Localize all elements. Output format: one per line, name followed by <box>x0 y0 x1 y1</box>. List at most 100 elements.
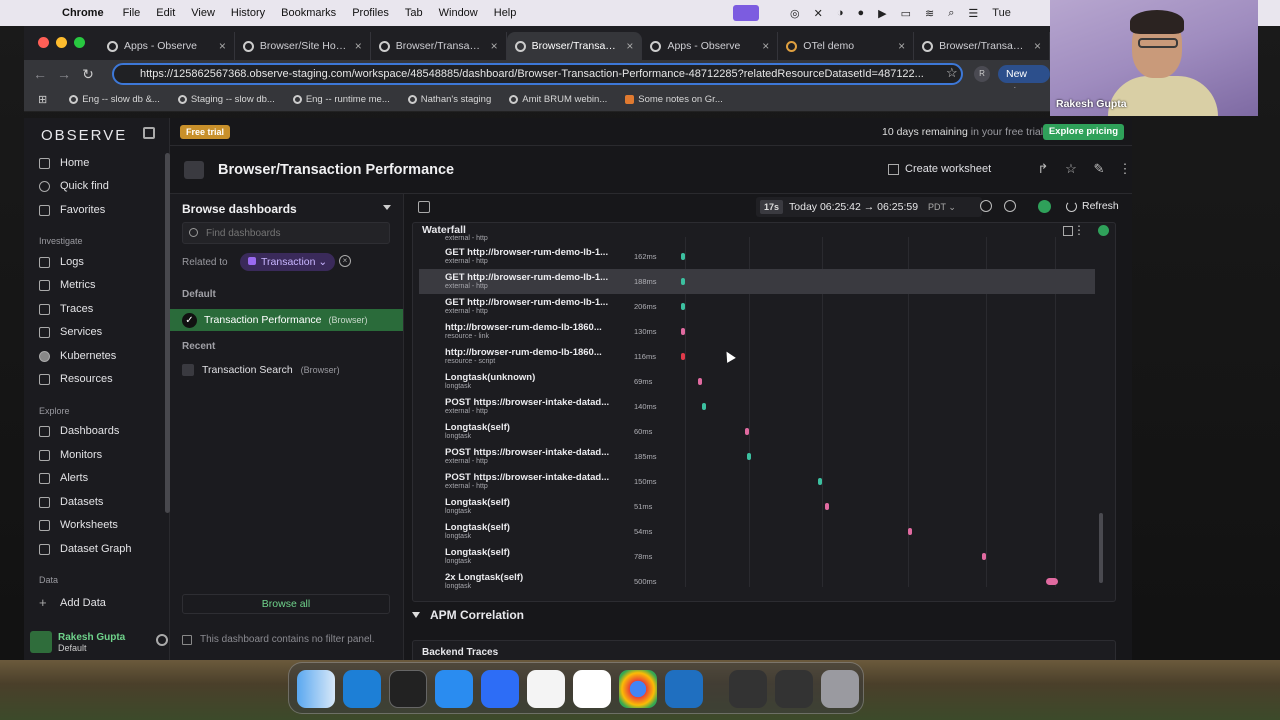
more-options-icon[interactable]: ⋮ <box>1073 224 1085 236</box>
close-tab-icon[interactable]: × <box>762 39 769 53</box>
nav-home[interactable]: Home <box>39 157 89 169</box>
status-icon[interactable]: ◑ <box>837 7 844 19</box>
user-profile[interactable]: Rakesh Gupta Default <box>30 626 168 658</box>
wifi-icon[interactable]: ≋ <box>925 7 934 20</box>
waterfall-row[interactable]: Longtask(self) longtask 51ms <box>419 494 1095 519</box>
collapse-sidebar-icon[interactable] <box>143 127 155 139</box>
finder-icon[interactable] <box>297 670 335 708</box>
waterfall-row[interactable]: GET http://browser-rum-demo-lb-1... exter… <box>419 269 1095 294</box>
close-window-button[interactable] <box>38 37 49 48</box>
create-worksheet-button[interactable]: Create worksheet <box>888 163 991 175</box>
nav-worksheets[interactable]: Worksheets <box>39 519 118 531</box>
span-bar[interactable] <box>680 253 685 260</box>
related-filter-chip[interactable]: Transaction ⌄ <box>240 253 336 271</box>
span-bar[interactable] <box>824 503 829 510</box>
nav-favorites[interactable]: Favorites <box>39 204 105 216</box>
waterfall-row[interactable]: GET http://browser-rum-demo-lb-1... exter… <box>419 244 1095 269</box>
close-tab-icon[interactable]: × <box>626 39 633 53</box>
apm-correlation-section[interactable]: APM Correlation <box>412 608 524 622</box>
search-icon[interactable]: ⌕ <box>948 7 954 20</box>
menu-view[interactable]: View <box>191 7 215 19</box>
zoom-in-icon[interactable] <box>1004 200 1016 212</box>
status-icon[interactable]: ✕ <box>814 7 823 20</box>
timezone-select[interactable]: PDT ⌄ <box>928 202 956 213</box>
bookmark-star-icon[interactable]: ☆ <box>946 65 958 81</box>
share-icon[interactable]: ↱ <box>1036 162 1050 176</box>
span-bar[interactable] <box>680 303 685 310</box>
nav-datasets[interactable]: Datasets <box>39 496 103 508</box>
more-options-icon[interactable]: ⋮ <box>1118 162 1132 176</box>
nav-services[interactable]: Services <box>39 326 102 338</box>
span-bar[interactable] <box>1046 578 1058 585</box>
star-icon[interactable]: ☆ <box>1064 162 1078 176</box>
find-dashboards-input[interactable] <box>182 222 390 244</box>
chrome-icon[interactable] <box>619 670 657 708</box>
browser-tab[interactable]: Browser/Transactio × <box>914 32 1051 60</box>
terminal-icon[interactable] <box>389 670 427 708</box>
slack-icon[interactable] <box>573 670 611 708</box>
waterfall-row[interactable]: Longtask(unknown) longtask 69ms <box>419 369 1095 394</box>
close-tab-icon[interactable]: × <box>898 39 905 53</box>
browser-tab[interactable]: Apps - Observe × <box>642 32 779 60</box>
waterfall-scrollbar[interactable] <box>1099 513 1103 583</box>
chatgpt-icon[interactable] <box>527 670 565 708</box>
zoom-window-button[interactable] <box>74 37 85 48</box>
dashboard-item-recent[interactable]: Transaction Search (Browser) <box>182 364 340 376</box>
span-bar[interactable] <box>745 428 749 435</box>
browse-all-button[interactable]: Browse all <box>182 594 390 614</box>
control-center-icon[interactable]: ☰ <box>968 7 978 20</box>
menu-bookmarks[interactable]: Bookmarks <box>281 7 336 19</box>
nav-resources[interactable]: Resources <box>39 373 113 385</box>
waterfall-row[interactable]: http://browser-rum-demo-lb-1860... resour… <box>419 344 1095 369</box>
dashboard-item-active[interactable]: ✓ Transaction Performance (Browser) <box>170 309 403 331</box>
battery-icon[interactable]: ▭ <box>901 7 911 20</box>
menu-history[interactable]: History <box>231 7 265 19</box>
span-bar[interactable] <box>747 453 752 460</box>
browser-tab[interactable]: Apps - Observe × <box>99 32 235 60</box>
waterfall-row[interactable]: POST https://browser-intake-datad... exte… <box>419 444 1095 469</box>
waterfall-row[interactable]: POST https://browser-intake-datad... exte… <box>419 469 1095 494</box>
back-icon[interactable]: ← <box>28 66 52 82</box>
reload-icon[interactable]: ↻ <box>76 66 100 83</box>
observe-logo[interactable]: OBSERVE <box>41 127 127 144</box>
time-range-picker[interactable]: 17s Today 06:25:42 → 06:25:59 PDT ⌄ <box>756 197 982 217</box>
nav-add-data[interactable]: + Add Data <box>39 595 106 610</box>
bookmark-item[interactable]: Eng -- runtime me... <box>292 94 390 105</box>
span-bar[interactable] <box>680 353 685 360</box>
minimized-window-icon[interactable] <box>729 670 767 708</box>
browser-tab[interactable]: Browser/Site Home × <box>235 32 371 60</box>
nav-logs[interactable]: Logs <box>39 256 84 268</box>
nav-alerts[interactable]: Alerts <box>39 472 88 484</box>
menu-help[interactable]: Help <box>494 7 517 19</box>
span-bar[interactable] <box>680 328 685 335</box>
waterfall-row[interactable]: 2x Longtask(self) longtask 500ms <box>419 569 1095 594</box>
trash-icon[interactable] <box>821 670 859 708</box>
clear-filter-icon[interactable]: × <box>339 255 351 267</box>
close-tab-icon[interactable]: × <box>355 39 362 53</box>
zoom-out-icon[interactable] <box>980 200 992 212</box>
minimize-window-button[interactable] <box>56 37 67 48</box>
menu-profiles[interactable]: Profiles <box>352 7 389 19</box>
profile-avatar[interactable]: R <box>974 66 990 82</box>
app-store-icon[interactable] <box>435 670 473 708</box>
waterfall-row[interactable]: GET http://browser-rum-demo-lb-1... exter… <box>419 294 1095 319</box>
url-input[interactable]: https://125862567368.observe-staging.com… <box>112 63 963 85</box>
bookmark-item[interactable]: Some notes on Gr... <box>625 94 723 105</box>
bookmark-item[interactable]: Staging -- slow db... <box>177 94 275 105</box>
nav-kubernetes[interactable]: Kubernetes <box>39 350 116 362</box>
forward-icon[interactable]: → <box>52 66 76 82</box>
bookmark-item[interactable]: Amit BRUM webin... <box>509 94 607 105</box>
close-tab-icon[interactable]: × <box>219 39 226 53</box>
chevron-down-icon[interactable] <box>383 205 391 210</box>
nav-traces[interactable]: Traces <box>39 303 93 315</box>
span-bar[interactable] <box>702 403 706 410</box>
refresh-button[interactable]: Refresh <box>1066 200 1119 212</box>
span-bar[interactable] <box>680 278 685 285</box>
clock[interactable]: Tue <box>992 7 1011 19</box>
browser-tab-active[interactable]: Browser/Transactio × <box>506 32 643 60</box>
edit-pencil-icon[interactable]: ✎ <box>1092 162 1106 176</box>
waterfall-row[interactable]: Longtask(self) longtask 60ms <box>419 419 1095 444</box>
zoom-icon[interactable] <box>481 670 519 708</box>
nav-metrics[interactable]: Metrics <box>39 279 95 291</box>
nav-dashboards[interactable]: Dashboards <box>39 425 119 437</box>
